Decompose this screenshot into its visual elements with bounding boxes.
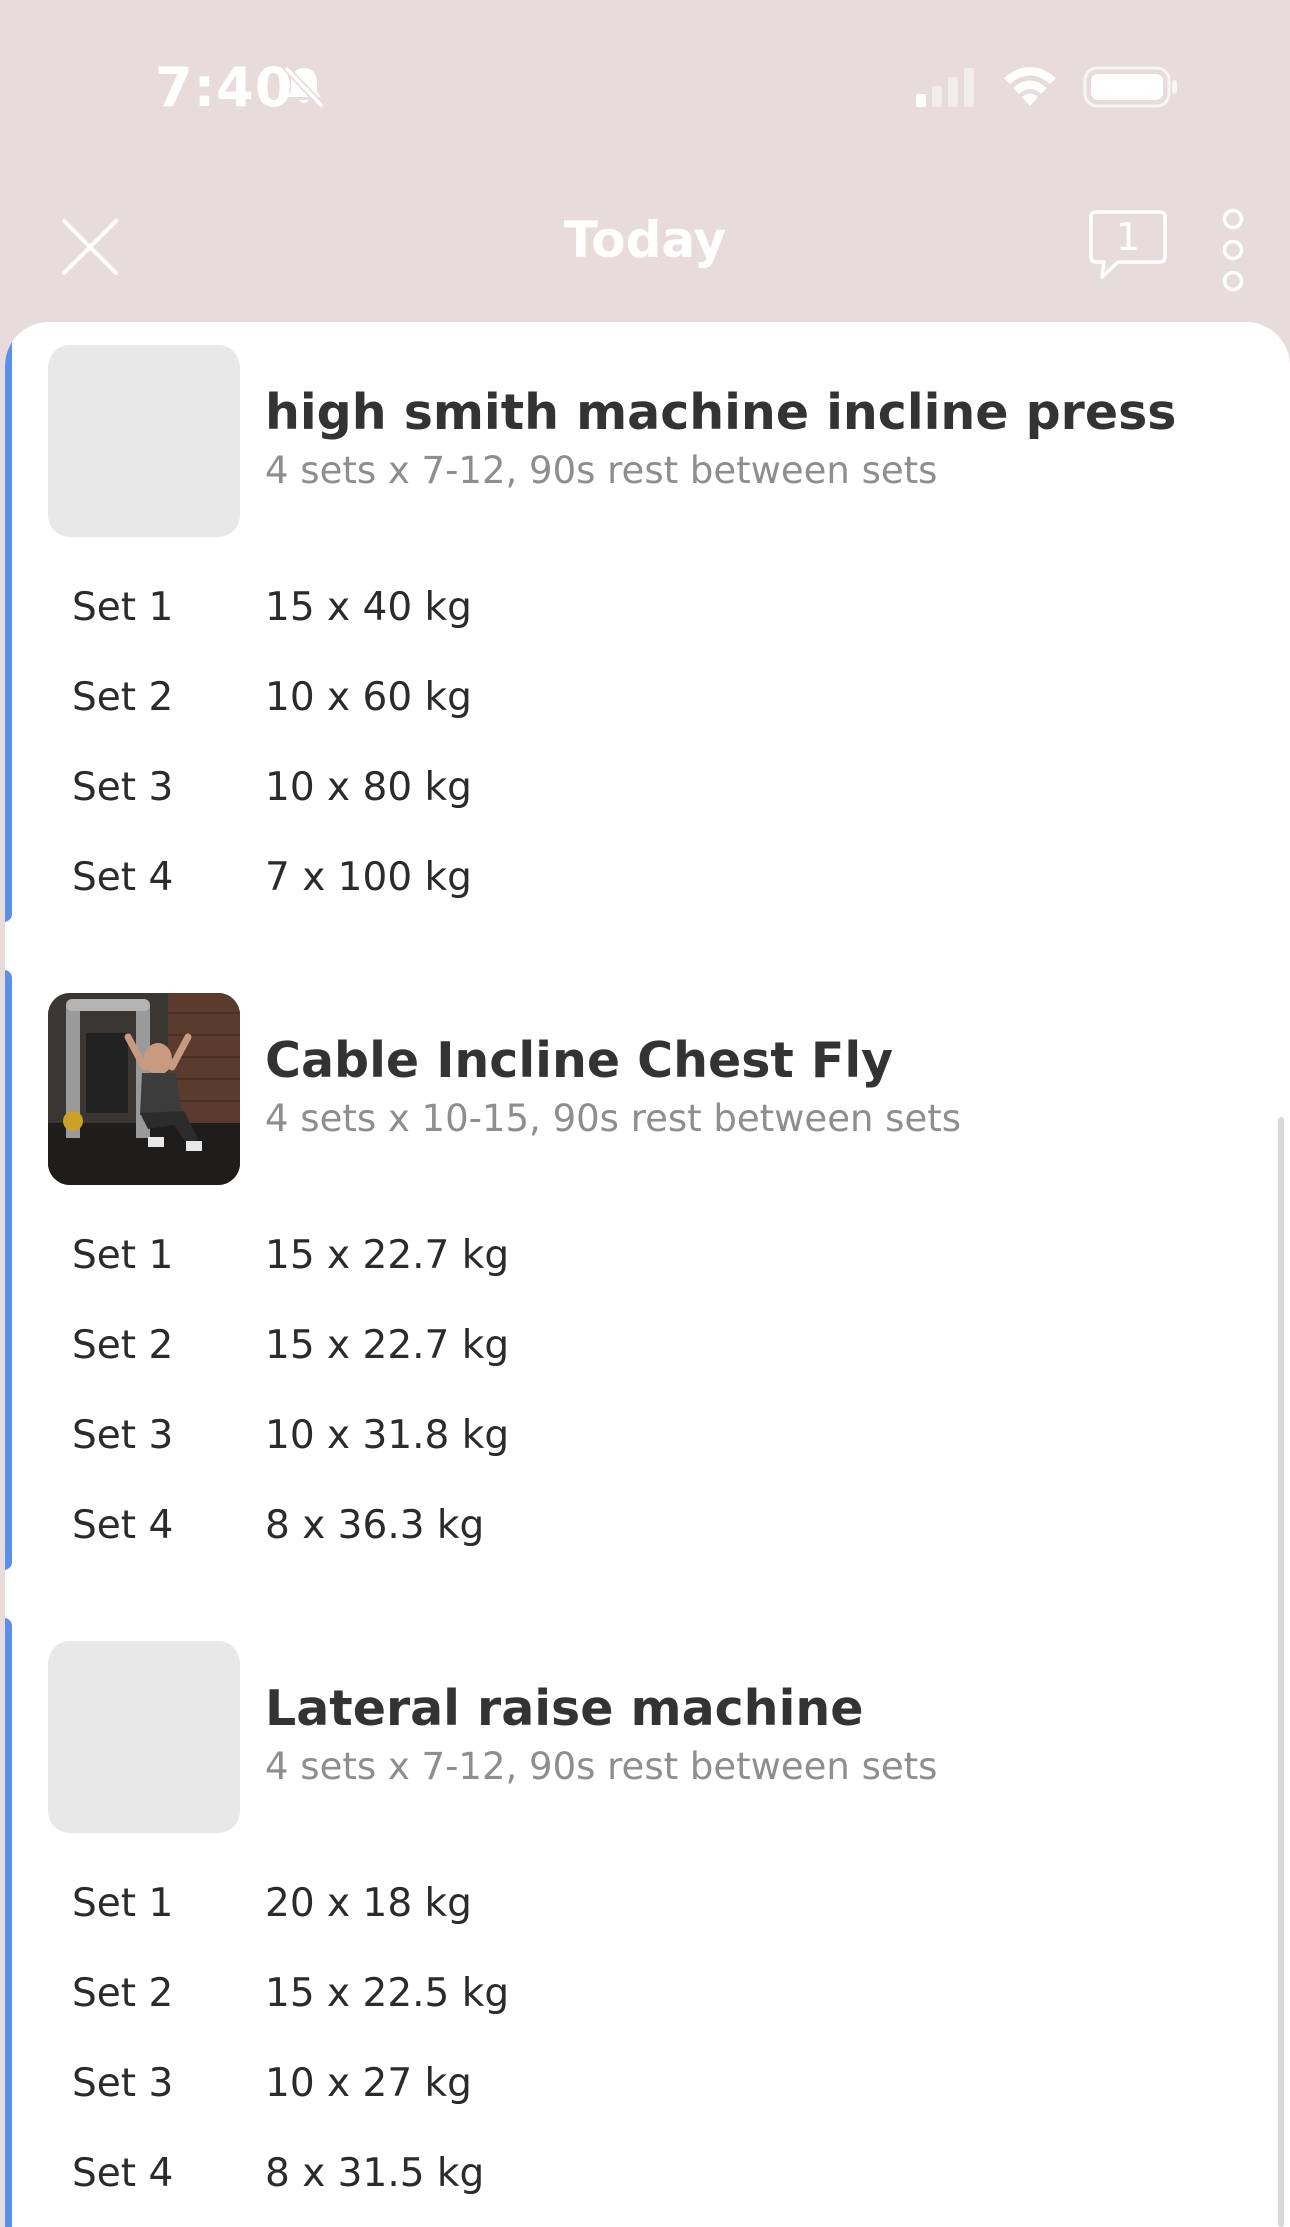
set-label: Set 4 xyxy=(72,1503,174,1548)
set-value: 15 x 22.7 kg xyxy=(265,1233,510,1278)
exercise-card[interactable]: Lateral raise machine 4 sets x 7-12, 90s… xyxy=(5,1618,1290,2227)
exercise-thumbnail xyxy=(48,993,240,1185)
set-label: Set 1 xyxy=(72,585,174,630)
set-label: Set 2 xyxy=(72,1323,174,1368)
exercise-card[interactable]: Cable Incline Chest Fly 4 sets x 10-15, … xyxy=(5,970,1290,1570)
set-label: Set 1 xyxy=(72,1881,174,1926)
set-value: 10 x 60 kg xyxy=(265,675,472,720)
more-vertical-icon[interactable] xyxy=(1218,207,1248,293)
set-row[interactable]: Set 1 15 x 22.7 kg xyxy=(5,1233,1005,1293)
exercise-thumbnail-placeholder xyxy=(48,1641,240,1833)
status-time: 7:40 xyxy=(155,56,294,119)
battery-icon xyxy=(1083,66,1177,108)
bell-slash-icon xyxy=(283,65,325,109)
set-value: 7 x 100 kg xyxy=(265,855,472,900)
set-label: Set 3 xyxy=(72,1413,174,1458)
set-value: 20 x 18 kg xyxy=(265,1881,472,1926)
set-row[interactable]: Set 2 15 x 22.5 kg xyxy=(5,1971,1005,2031)
status-bar: 7:40 xyxy=(0,0,1290,175)
set-label: Set 1 xyxy=(72,1233,174,1278)
scrollbar[interactable] xyxy=(1278,1117,1284,2227)
set-row[interactable]: Set 3 10 x 80 kg xyxy=(5,765,1005,825)
wifi-icon xyxy=(1004,67,1056,106)
set-value: 10 x 31.8 kg xyxy=(265,1413,510,1458)
set-label: Set 4 xyxy=(72,2151,174,2196)
exercise-subtitle: 4 sets x 7-12, 90s rest between sets xyxy=(265,449,938,492)
set-label: Set 3 xyxy=(72,2061,174,2106)
set-value: 15 x 40 kg xyxy=(265,585,472,630)
exercise-subtitle: 4 sets x 7-12, 90s rest between sets xyxy=(265,1745,938,1788)
set-row[interactable]: Set 4 8 x 36.3 kg xyxy=(5,1503,1005,1563)
cellular-signal-icon xyxy=(916,68,974,107)
exercise-title: high smith machine incline press xyxy=(265,384,1177,441)
set-value: 10 x 27 kg xyxy=(265,2061,472,2106)
set-row[interactable]: Set 3 10 x 27 kg xyxy=(5,2061,1005,2121)
set-value: 15 x 22.7 kg xyxy=(265,1323,510,1368)
exercise-card[interactable]: high smith machine incline press 4 sets … xyxy=(5,322,1290,922)
set-row[interactable]: Set 4 8 x 31.5 kg xyxy=(5,2151,1005,2211)
nav-bar: Today 1 xyxy=(0,175,1290,320)
set-value: 8 x 31.5 kg xyxy=(265,2151,485,2196)
exercise-thumbnail-placeholder xyxy=(48,345,240,537)
set-label: Set 2 xyxy=(72,1971,174,2016)
workout-screen: 7:40 Today 1 high smith machine incline … xyxy=(0,0,1290,2227)
exercise-list[interactable]: high smith machine incline press 4 sets … xyxy=(5,322,1290,2227)
set-row[interactable]: Set 2 15 x 22.7 kg xyxy=(5,1323,1005,1383)
set-value: 15 x 22.5 kg xyxy=(265,1971,510,2016)
set-row[interactable]: Set 1 15 x 40 kg xyxy=(5,585,1005,645)
exercise-subtitle: 4 sets x 10-15, 90s rest between sets xyxy=(265,1097,961,1140)
set-row[interactable]: Set 3 10 x 31.8 kg xyxy=(5,1413,1005,1473)
set-row[interactable]: Set 2 10 x 60 kg xyxy=(5,675,1005,735)
comment-count: 1 xyxy=(1115,215,1141,259)
set-row[interactable]: Set 1 20 x 18 kg xyxy=(5,1881,1005,1941)
set-label: Set 3 xyxy=(72,765,174,810)
set-row[interactable]: Set 4 7 x 100 kg xyxy=(5,855,1005,915)
set-label: Set 2 xyxy=(72,675,174,720)
set-value: 10 x 80 kg xyxy=(265,765,472,810)
cable-fly-photo-icon xyxy=(48,993,240,1185)
exercise-title: Lateral raise machine xyxy=(265,1680,864,1737)
set-label: Set 4 xyxy=(72,855,174,900)
exercise-title: Cable Incline Chest Fly xyxy=(265,1032,894,1089)
set-value: 8 x 36.3 kg xyxy=(265,1503,485,1548)
comments-button[interactable]: 1 xyxy=(1088,209,1168,281)
